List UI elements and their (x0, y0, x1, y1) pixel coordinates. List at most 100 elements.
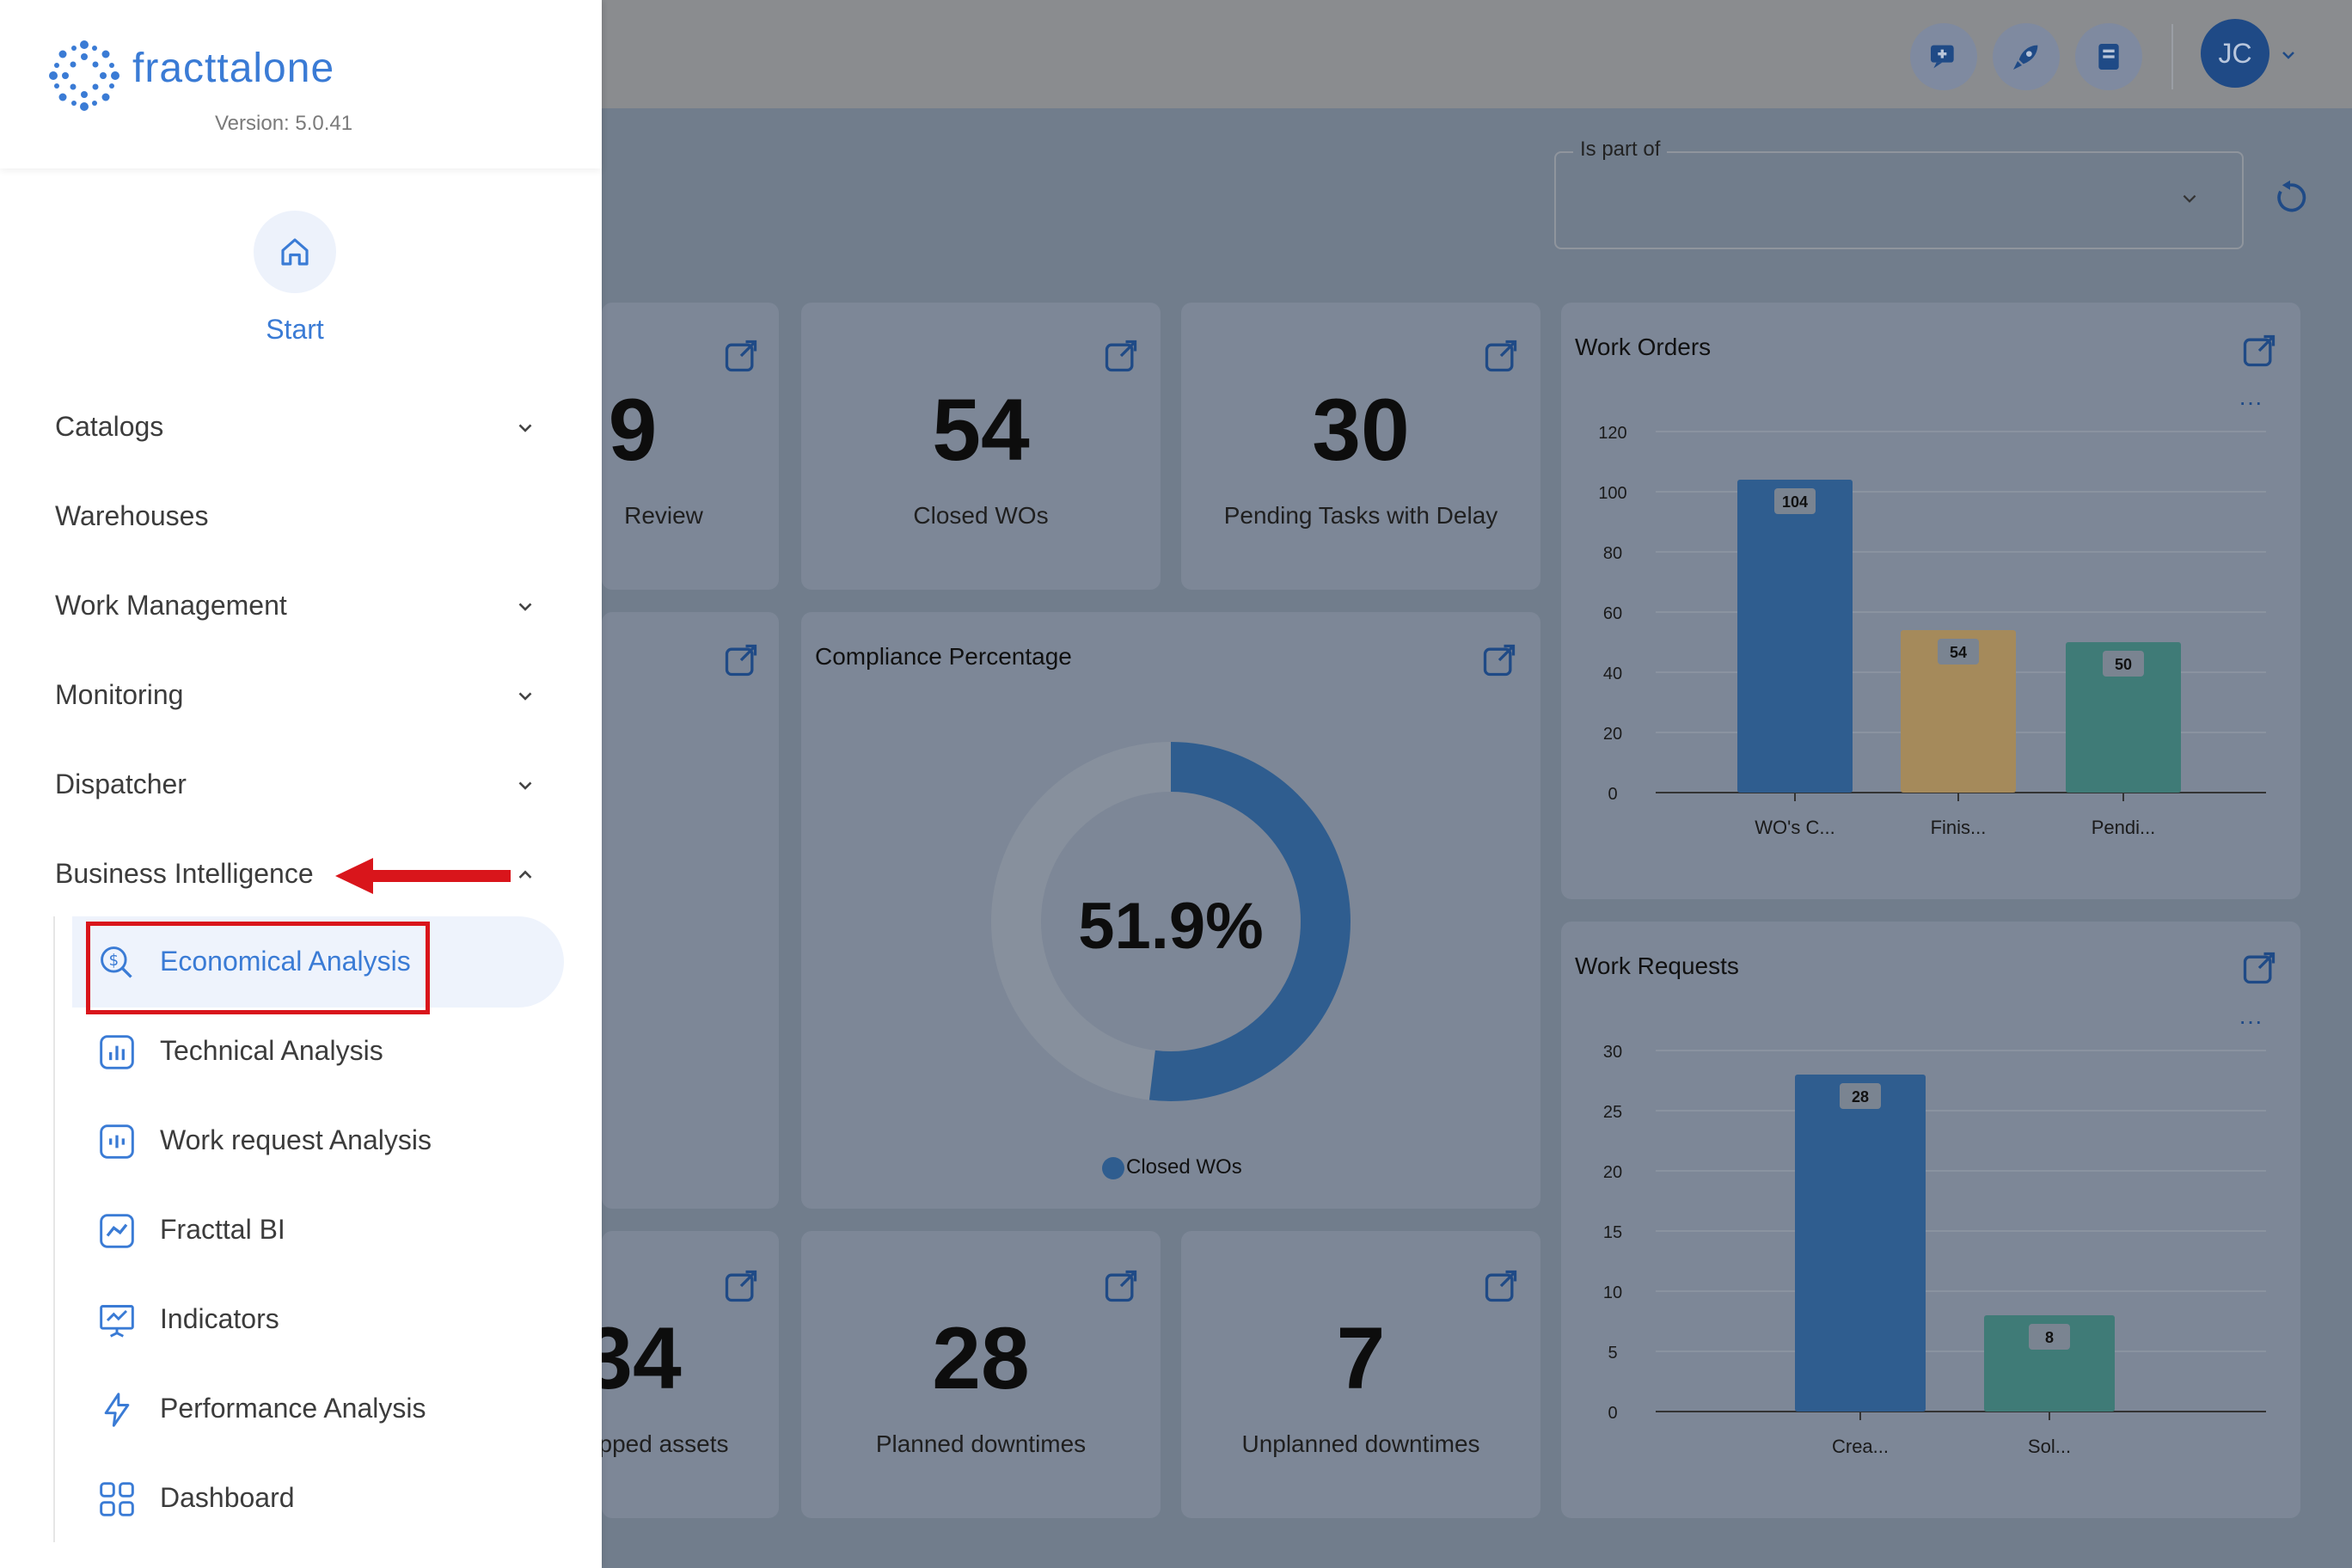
bi-item-work-request-analysis[interactable]: Work request Analysis (160, 1124, 432, 1156)
svg-text:$: $ (108, 952, 119, 970)
x-tick-label: WO's C... (1755, 817, 1834, 838)
work-orders-title: Work Orders (1575, 334, 1712, 360)
bi-item-indicators[interactable]: Indicators (160, 1303, 279, 1335)
dollar-search-icon: $ (101, 946, 132, 978)
version-label: Version: 5.0.41 (215, 112, 353, 135)
work-orders-card[interactable]: Work Orders ··· 0 20 40 60 80 100 120 104 WO's C… (1561, 303, 2300, 899)
nav-item-warehouses[interactable]: Warehouses (55, 500, 208, 532)
start-label[interactable]: Start (258, 314, 332, 346)
external-link-icon[interactable] (722, 641, 760, 679)
x-tick-label: Sol... (2028, 1436, 2071, 1457)
left-partial-card[interactable] (602, 612, 779, 1209)
external-link-icon[interactable] (1102, 337, 1140, 375)
work-orders-chart: 0 20 40 60 80 100 120 104 WO's C... 54 Finis... 50 P… (1598, 424, 2266, 838)
brand-name: fracttalone (132, 46, 335, 91)
work-requests-title: Work Requests (1575, 952, 1739, 979)
line-chart-icon (100, 1214, 134, 1248)
unplanned-downtimes-value: 7 (1336, 1309, 1386, 1407)
bi-item-technical-analysis[interactable]: Technical Analysis (160, 1035, 383, 1067)
closed-wos-value: 54 (932, 381, 1030, 479)
y-tick-label: 25 (1603, 1103, 1622, 1122)
y-tick-label: 20 (1603, 725, 1622, 744)
chat-plus-icon[interactable] (1910, 23, 1977, 90)
unplanned-downtimes-label: Unplanned downtimes (1241, 1430, 1480, 1457)
data-label: 8 (2045, 1329, 2054, 1346)
logo-area: fracttalone Version: 5.0.41 (0, 0, 602, 168)
chevron-up-icon[interactable] (514, 863, 536, 885)
chevron-down-icon[interactable] (514, 684, 536, 707)
home-icon (281, 238, 309, 266)
chevron-down-icon[interactable] (2180, 189, 2199, 208)
y-tick-label: 20 (1603, 1163, 1622, 1182)
external-link-icon[interactable] (1480, 641, 1518, 679)
data-label: 104 (1782, 493, 1808, 511)
external-link-icon[interactable] (722, 1267, 760, 1305)
more-options-icon[interactable]: ··· (2239, 1008, 2263, 1035)
chevron-down-icon[interactable] (514, 416, 536, 438)
x-tick-label: Crea... (1832, 1436, 1889, 1457)
y-tick-label: 10 (1603, 1283, 1622, 1302)
y-tick-label: 120 (1598, 424, 1626, 443)
data-label: 50 (2115, 656, 2132, 673)
nav-item-monitoring[interactable]: Monitoring (55, 679, 183, 711)
bi-item-performance-analysis[interactable]: Performance Analysis (160, 1393, 426, 1424)
refresh-icon[interactable] (2271, 179, 2309, 217)
external-link-icon[interactable] (1102, 1267, 1140, 1305)
topbar-divider (2171, 24, 2173, 89)
bar[interactable] (1795, 1075, 1926, 1412)
nav-item-dispatcher[interactable]: Dispatcher (55, 769, 187, 800)
chevron-down-icon[interactable] (514, 595, 536, 617)
external-link-icon[interactable] (2240, 332, 2278, 370)
external-link-icon[interactable] (1482, 337, 1520, 375)
is-part-of-label: Is part of (1573, 138, 1668, 162)
avatar[interactable]: JC (2201, 19, 2269, 88)
nav-item-catalogs[interactable]: Catalogs (55, 411, 163, 443)
compliance-value: 51.9% (1078, 890, 1264, 963)
y-tick-label: 80 (1603, 544, 1622, 563)
legend-swatch (1102, 1157, 1124, 1179)
avatar-initials: JC (2218, 37, 2252, 69)
submenu-guide-line (53, 916, 55, 1542)
y-tick-label: 5 (1608, 1344, 1617, 1363)
chevron-down-icon[interactable] (2280, 46, 2297, 64)
bar[interactable] (1737, 480, 1853, 793)
planned-downtimes-value: 28 (932, 1309, 1030, 1407)
nav-item-business-intelligence[interactable]: Business Intelligence (55, 858, 314, 890)
wave-icon (100, 1124, 134, 1159)
more-options-icon[interactable]: ··· (2239, 389, 2263, 416)
pending-tasks-value: 30 (1312, 381, 1410, 479)
bi-item-fracttal-bi[interactable]: Fracttal BI (160, 1214, 285, 1246)
compliance-title: Compliance Percentage (815, 643, 1072, 670)
presentation-icon (100, 1305, 134, 1338)
closed-wos-label: Closed WOs (913, 502, 1049, 529)
legend-label: Closed WOs (1126, 1155, 1242, 1179)
x-tick-label: Finis... (1931, 817, 1987, 838)
y-tick-label: 40 (1603, 665, 1622, 683)
external-link-icon[interactable] (722, 337, 760, 375)
book-icon[interactable] (2075, 23, 2142, 90)
y-tick-label: 30 (1603, 1043, 1622, 1062)
bar-chart-icon (100, 1035, 134, 1069)
grid-icon (100, 1482, 134, 1516)
external-link-icon[interactable] (2240, 949, 2278, 987)
bi-item-dashboard[interactable]: Dashboard (160, 1482, 295, 1514)
rocket-icon[interactable] (1993, 23, 2060, 90)
annotation-arrow-icon (335, 858, 511, 894)
planned-downtimes-label: Planned downtimes (875, 1430, 1087, 1457)
x-tick-label: Pendi... (2092, 817, 2156, 838)
work-requests-card[interactable]: Work Requests ··· 0 5 10 15 20 25 30 28 Crea... 8… (1561, 922, 2300, 1518)
nav-item-work-management[interactable]: Work Management (55, 590, 287, 622)
pending-tasks-label: Pending Tasks with Delay (1223, 502, 1498, 529)
bi-item-economical-analysis[interactable]: Economical Analysis (160, 946, 411, 977)
y-tick-label: 100 (1598, 484, 1626, 503)
y-tick-label: 0 (1608, 785, 1617, 804)
sidebar: fracttalone Version: 5.0.41 Start Catalo… (0, 0, 602, 1568)
is-part-of-select[interactable] (1554, 151, 2244, 249)
y-tick-label: 15 (1603, 1223, 1622, 1242)
external-link-icon[interactable] (1482, 1267, 1520, 1305)
lightning-icon (104, 1393, 130, 1427)
start-button[interactable] (254, 211, 336, 293)
compliance-card[interactable]: Compliance Percentage 51.9% Closed WOs (801, 612, 1540, 1209)
fracttal-logo-icon (49, 40, 119, 111)
chevron-down-icon[interactable] (514, 774, 536, 796)
